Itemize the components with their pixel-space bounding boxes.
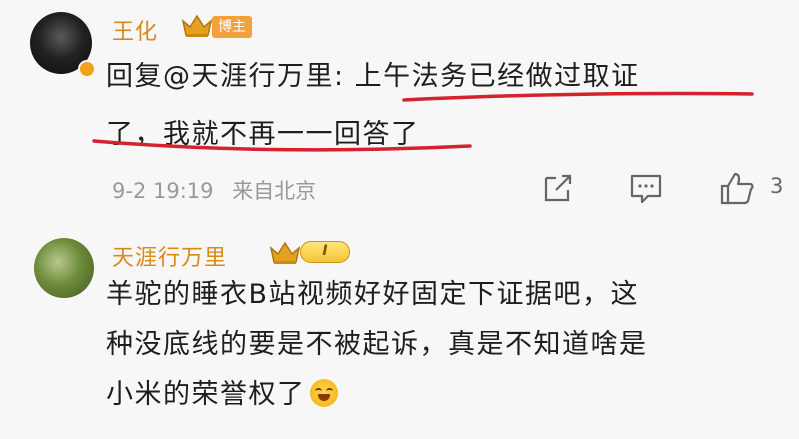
crown-icon [181, 14, 213, 37]
crown-icon [269, 241, 301, 264]
mention-link[interactable]: @天涯行万里 [163, 61, 334, 92]
verified-badge-icon [78, 60, 96, 78]
share-icon[interactable] [540, 170, 576, 206]
comment-text: 羊驼的睡衣B站视频好好固定下证据吧，这 种没底线的要是不被起诉，真是不知道啥是 … [106, 270, 776, 420]
avatar[interactable] [30, 12, 96, 78]
comment-meta: 9-2 19:19 来自北京 [112, 175, 316, 205]
comment-item: 王化 博主 回复@天涯行万里: 上午法务已经做过取证 了，我就不再一一回答了 9… [0, 0, 799, 228]
comment-text-line3: 小米的荣誉权了 [106, 379, 306, 410]
laugh-cry-emoji-icon [309, 379, 338, 407]
comment-text-line1: 羊驼的睡衣B站视频好好固定下证据吧，这 [106, 279, 640, 310]
avatar[interactable] [34, 238, 94, 298]
owner-badge: 博主 [212, 16, 252, 38]
comment-text-line1: : 上午法务已经做过取证 [334, 61, 640, 92]
like-count: 3 [770, 174, 784, 198]
comment-icon[interactable] [628, 170, 664, 206]
comment-location: 来自北京 [232, 179, 317, 203]
comment-date: 9-2 19:19 [112, 179, 214, 203]
author-name[interactable]: 天涯行万里 [112, 240, 227, 272]
level-badge: I [300, 241, 350, 263]
comment-text: 回复@天涯行万里: 上午法务已经做过取证 了，我就不再一一回答了 [106, 48, 786, 164]
comment-text-line2: 了，我就不再一一回答了 [106, 119, 420, 150]
like-button[interactable]: 3 [718, 170, 788, 206]
comment-text-line2: 种没底线的要是不被起诉，真是不知道啥是 [106, 329, 648, 360]
like-icon [720, 172, 754, 205]
reply-prefix: 回复 [106, 61, 163, 92]
author-name[interactable]: 王化 [112, 14, 158, 46]
